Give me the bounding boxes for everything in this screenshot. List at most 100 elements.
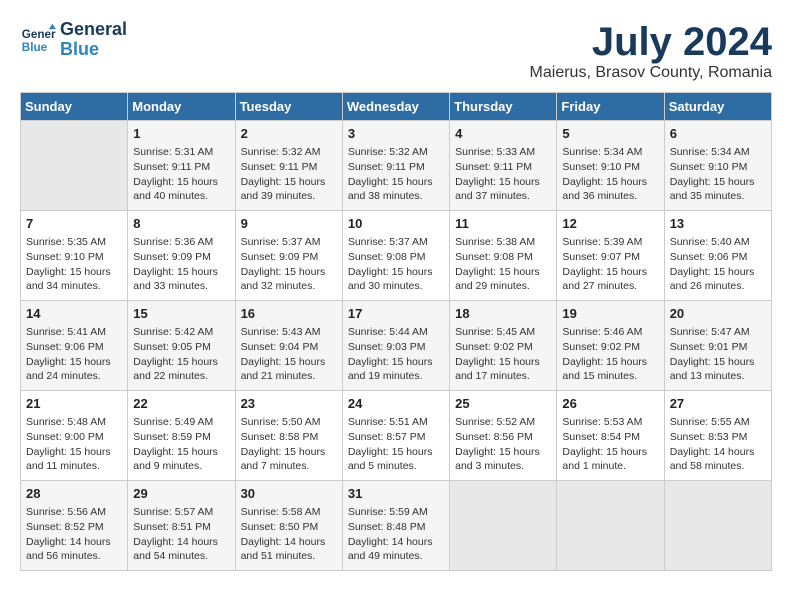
- cell-content-line: and 36 minutes.: [562, 189, 658, 204]
- cell-content-line: Daylight: 15 hours: [348, 355, 444, 370]
- calendar-cell: 21Sunrise: 5:48 AMSunset: 9:00 PMDayligh…: [21, 391, 128, 481]
- cell-content-line: Sunrise: 5:34 AM: [670, 145, 766, 160]
- cell-content-line: Sunset: 9:10 PM: [26, 250, 122, 265]
- calendar-week-row: 28Sunrise: 5:56 AMSunset: 8:52 PMDayligh…: [21, 481, 772, 571]
- cell-content-line: Daylight: 15 hours: [348, 265, 444, 280]
- cell-content-line: Sunset: 9:08 PM: [348, 250, 444, 265]
- day-number: 18: [455, 305, 551, 323]
- cell-content-line: Sunset: 9:05 PM: [133, 340, 229, 355]
- logo: General Blue General Blue: [20, 20, 127, 60]
- cell-content-line: Sunset: 9:11 PM: [241, 160, 337, 175]
- cell-content-line: Sunset: 9:09 PM: [241, 250, 337, 265]
- svg-text:Blue: Blue: [22, 41, 48, 54]
- calendar-cell: 17Sunrise: 5:44 AMSunset: 9:03 PMDayligh…: [342, 301, 449, 391]
- cell-content-line: Sunset: 8:50 PM: [241, 520, 337, 535]
- cell-content-line: Daylight: 15 hours: [241, 445, 337, 460]
- calendar-cell: 5Sunrise: 5:34 AMSunset: 9:10 PMDaylight…: [557, 121, 664, 211]
- cell-content-line: Sunrise: 5:51 AM: [348, 415, 444, 430]
- day-number: 6: [670, 125, 766, 143]
- cell-content-line: Sunset: 9:07 PM: [562, 250, 658, 265]
- day-number: 30: [241, 485, 337, 503]
- cell-content-line: and 1 minute.: [562, 459, 658, 474]
- cell-content-line: and 29 minutes.: [455, 279, 551, 294]
- logo-text-blue: Blue: [60, 40, 127, 60]
- cell-content-line: Sunrise: 5:48 AM: [26, 415, 122, 430]
- cell-content-line: Sunrise: 5:39 AM: [562, 235, 658, 250]
- cell-content-line: Sunset: 8:54 PM: [562, 430, 658, 445]
- cell-content-line: and 22 minutes.: [133, 369, 229, 384]
- day-number: 12: [562, 215, 658, 233]
- calendar-cell: 7Sunrise: 5:35 AMSunset: 9:10 PMDaylight…: [21, 211, 128, 301]
- cell-content-line: and 13 minutes.: [670, 369, 766, 384]
- cell-content-line: Sunset: 9:03 PM: [348, 340, 444, 355]
- svg-text:General: General: [22, 28, 56, 41]
- calendar-cell: [450, 481, 557, 571]
- cell-content-line: Sunset: 9:02 PM: [562, 340, 658, 355]
- cell-content-line: Sunrise: 5:46 AM: [562, 325, 658, 340]
- cell-content-line: Daylight: 15 hours: [241, 355, 337, 370]
- cell-content-line: and 26 minutes.: [670, 279, 766, 294]
- cell-content-line: and 49 minutes.: [348, 549, 444, 564]
- day-header-saturday: Saturday: [664, 93, 771, 121]
- day-number: 9: [241, 215, 337, 233]
- cell-content-line: and 11 minutes.: [26, 459, 122, 474]
- day-number: 27: [670, 395, 766, 413]
- cell-content-line: Daylight: 15 hours: [562, 265, 658, 280]
- day-header-wednesday: Wednesday: [342, 93, 449, 121]
- day-number: 20: [670, 305, 766, 323]
- calendar-cell: 25Sunrise: 5:52 AMSunset: 8:56 PMDayligh…: [450, 391, 557, 481]
- cell-content-line: Daylight: 15 hours: [133, 445, 229, 460]
- cell-content-line: Sunset: 9:01 PM: [670, 340, 766, 355]
- cell-content-line: and 3 minutes.: [455, 459, 551, 474]
- cell-content-line: Sunrise: 5:31 AM: [133, 145, 229, 160]
- cell-content-line: and 39 minutes.: [241, 189, 337, 204]
- cell-content-line: Daylight: 15 hours: [348, 175, 444, 190]
- day-header-friday: Friday: [557, 93, 664, 121]
- calendar-cell: 16Sunrise: 5:43 AMSunset: 9:04 PMDayligh…: [235, 301, 342, 391]
- calendar-cell: 19Sunrise: 5:46 AMSunset: 9:02 PMDayligh…: [557, 301, 664, 391]
- cell-content-line: Daylight: 15 hours: [26, 355, 122, 370]
- calendar-cell: 29Sunrise: 5:57 AMSunset: 8:51 PMDayligh…: [128, 481, 235, 571]
- calendar-cell: 12 Sunrise: 5:39 AMSunset: 9:07 PMDayligh…: [557, 211, 664, 301]
- cell-content-line: Sunset: 9:00 PM: [26, 430, 122, 445]
- cell-content-line: and 32 minutes.: [241, 279, 337, 294]
- calendar-cell: 11Sunrise: 5:38 AMSunset: 9:08 PMDayligh…: [450, 211, 557, 301]
- cell-content-line: Sunrise: 5:40 AM: [670, 235, 766, 250]
- cell-content-line: Sunrise: 5:43 AM: [241, 325, 337, 340]
- page-header: General Blue General Blue July 2024 Maie…: [20, 20, 772, 82]
- calendar-cell: 28Sunrise: 5:56 AMSunset: 8:52 PMDayligh…: [21, 481, 128, 571]
- calendar-cell: 22Sunrise: 5:49 AMSunset: 8:59 PMDayligh…: [128, 391, 235, 481]
- day-header-tuesday: Tuesday: [235, 93, 342, 121]
- cell-content-line: and 58 minutes.: [670, 459, 766, 474]
- day-header-thursday: Thursday: [450, 93, 557, 121]
- cell-content-line: Daylight: 15 hours: [455, 445, 551, 460]
- calendar-cell: 30Sunrise: 5:58 AMSunset: 8:50 PMDayligh…: [235, 481, 342, 571]
- cell-content-line: Sunset: 9:10 PM: [670, 160, 766, 175]
- cell-content-line: Daylight: 15 hours: [133, 355, 229, 370]
- cell-content-line: Daylight: 14 hours: [670, 445, 766, 460]
- day-number: 10: [348, 215, 444, 233]
- cell-content-line: Daylight: 15 hours: [670, 265, 766, 280]
- cell-content-line: and 17 minutes.: [455, 369, 551, 384]
- day-number: 7: [26, 215, 122, 233]
- day-number: 2: [241, 125, 337, 143]
- cell-content-line: Daylight: 15 hours: [26, 265, 122, 280]
- day-number: 14: [26, 305, 122, 323]
- day-number: 17: [348, 305, 444, 323]
- calendar-cell: 10Sunrise: 5:37 AMSunset: 9:08 PMDayligh…: [342, 211, 449, 301]
- calendar-week-row: 21Sunrise: 5:48 AMSunset: 9:00 PMDayligh…: [21, 391, 772, 481]
- cell-content-line: Sunset: 8:51 PM: [133, 520, 229, 535]
- calendar-cell: 15Sunrise: 5:42 AMSunset: 9:05 PMDayligh…: [128, 301, 235, 391]
- cell-content-line: Sunset: 8:58 PM: [241, 430, 337, 445]
- calendar-week-row: 14Sunrise: 5:41 AMSunset: 9:06 PMDayligh…: [21, 301, 772, 391]
- cell-content-line: and 54 minutes.: [133, 549, 229, 564]
- cell-content-line: Sunset: 9:11 PM: [455, 160, 551, 175]
- cell-content-line: Sunset: 9:04 PM: [241, 340, 337, 355]
- cell-content-line: Daylight: 14 hours: [241, 535, 337, 550]
- logo-icon: General Blue: [20, 22, 56, 58]
- cell-content-line: and 7 minutes.: [241, 459, 337, 474]
- cell-content-line: Daylight: 14 hours: [348, 535, 444, 550]
- cell-content-line: Daylight: 15 hours: [241, 265, 337, 280]
- cell-content-line: and 56 minutes.: [26, 549, 122, 564]
- calendar-cell: 4Sunrise: 5:33 AMSunset: 9:11 PMDaylight…: [450, 121, 557, 211]
